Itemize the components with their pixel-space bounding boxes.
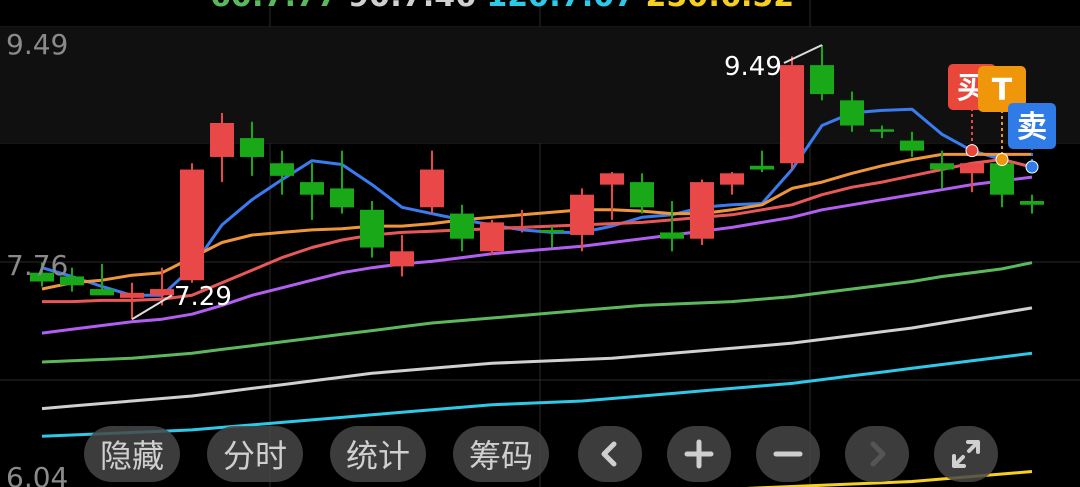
candle-body [180,169,204,281]
candle-body [450,213,474,239]
candle-body [90,289,114,296]
shaded-band [0,27,1080,143]
scroll-left-button[interactable] [578,426,642,482]
candle-body [750,165,774,170]
scroll-right-button[interactable] [845,426,909,482]
candle-body [690,182,714,239]
chevron-right-icon [870,441,886,467]
price-axis-label: 9.49 [6,28,68,61]
expand-icon [952,440,980,468]
hide-button[interactable]: 隐藏 [84,426,180,482]
candle-body [780,65,804,164]
chevron-left-icon [601,441,617,467]
price-axis-label: 7.76 [6,249,68,282]
candle-body [360,209,384,248]
minus-icon [773,451,803,457]
candle-body [960,163,984,174]
stats-button[interactable]: 统计 [330,426,426,482]
ma-line-5 [41,306,1033,411]
candle-body [300,182,324,195]
candle-body [540,229,564,233]
candle-body [720,173,744,185]
ma-header-item: 90:7.46 [338,0,476,14]
candle-body [210,122,234,157]
candle-body [840,100,864,126]
candle-body [570,194,594,235]
marker-dot [995,152,1009,166]
candle-body [990,163,1014,195]
chart-toolbar: 隐藏 分时 统计 筹码 [0,420,1080,487]
candle-body [330,188,354,208]
candle-body [630,182,654,208]
candle-body [150,289,174,296]
zoom-in-button[interactable] [667,426,731,482]
candle-body [1020,200,1044,205]
candle-body [240,138,264,157]
plus-icon [684,439,714,469]
candle-body [810,65,834,95]
candle-body [870,129,894,132]
marker-label: 卖 [1017,110,1047,145]
candle-body [270,163,294,176]
chart-grid [0,0,1080,487]
candlestick-chart[interactable]: 60:7.77 90:7.46 120:7.07 250:6.52 9.49 7.… [0,0,1080,487]
zoom-out-button[interactable] [756,426,820,482]
candle-body [600,173,624,185]
marker-dot [965,144,979,158]
min-price-label: 7.29 [174,282,232,312]
ma-header-item: 60:7.77 [210,0,338,14]
candle-body [420,169,444,208]
candle-body [930,163,954,170]
ma-header-item: 250:6.52 [635,0,794,14]
intraday-button[interactable]: 分时 [207,426,303,482]
candle-body [390,251,414,267]
candle-body [660,232,684,239]
candle-body [120,292,144,298]
ma-header: 60:7.77 90:7.46 120:7.07 250:6.52 [210,0,794,14]
max-price-label: 9.49 [724,52,782,82]
candle-body [510,226,534,229]
fullscreen-button[interactable] [934,426,998,482]
candle-body [480,222,504,252]
chips-button[interactable]: 筹码 [453,426,549,482]
candle-body [900,140,924,151]
ma-header-item: 120:7.07 [476,0,635,14]
marker-label: T [992,73,1013,108]
marker-dot [1025,160,1039,174]
